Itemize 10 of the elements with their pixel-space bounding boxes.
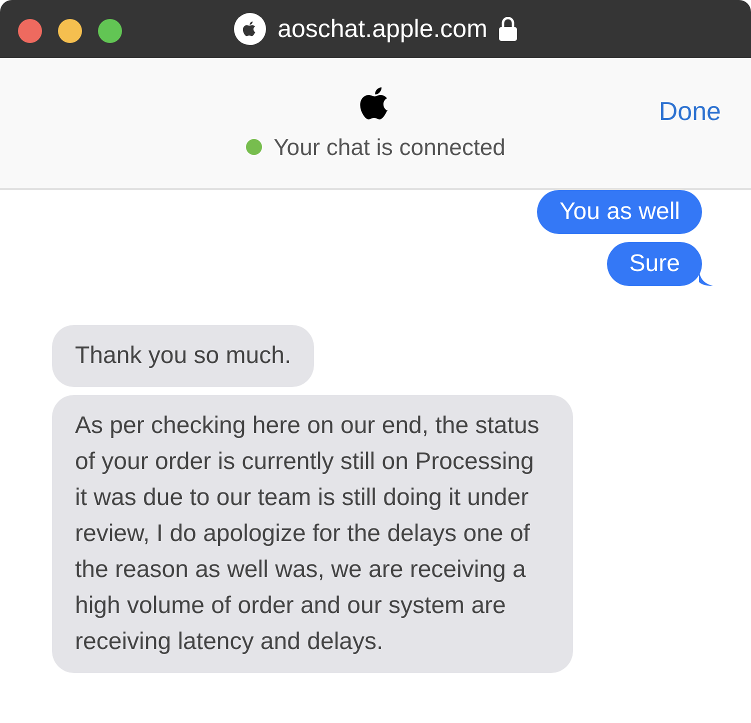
message-bubble: You as well [537, 190, 702, 234]
message-bubble: Thank you so much. [52, 325, 314, 387]
zoom-button[interactable] [98, 19, 122, 43]
message-bubble: As per checking here on our end, the status of your order is currently still on Processing it was due to our team is still doing it under review, I do apologize for the delays one of the reason as well was, we are receiving a high volume of order and our system are receiving latency and delays. [52, 395, 573, 673]
close-button[interactable] [18, 19, 42, 43]
status-text: Your chat is connected [274, 134, 506, 160]
site-icon [234, 13, 266, 45]
done-button[interactable]: Done [658, 96, 721, 127]
minimize-button[interactable] [58, 19, 82, 43]
page-address: aoschat.apple.com [278, 14, 488, 44]
